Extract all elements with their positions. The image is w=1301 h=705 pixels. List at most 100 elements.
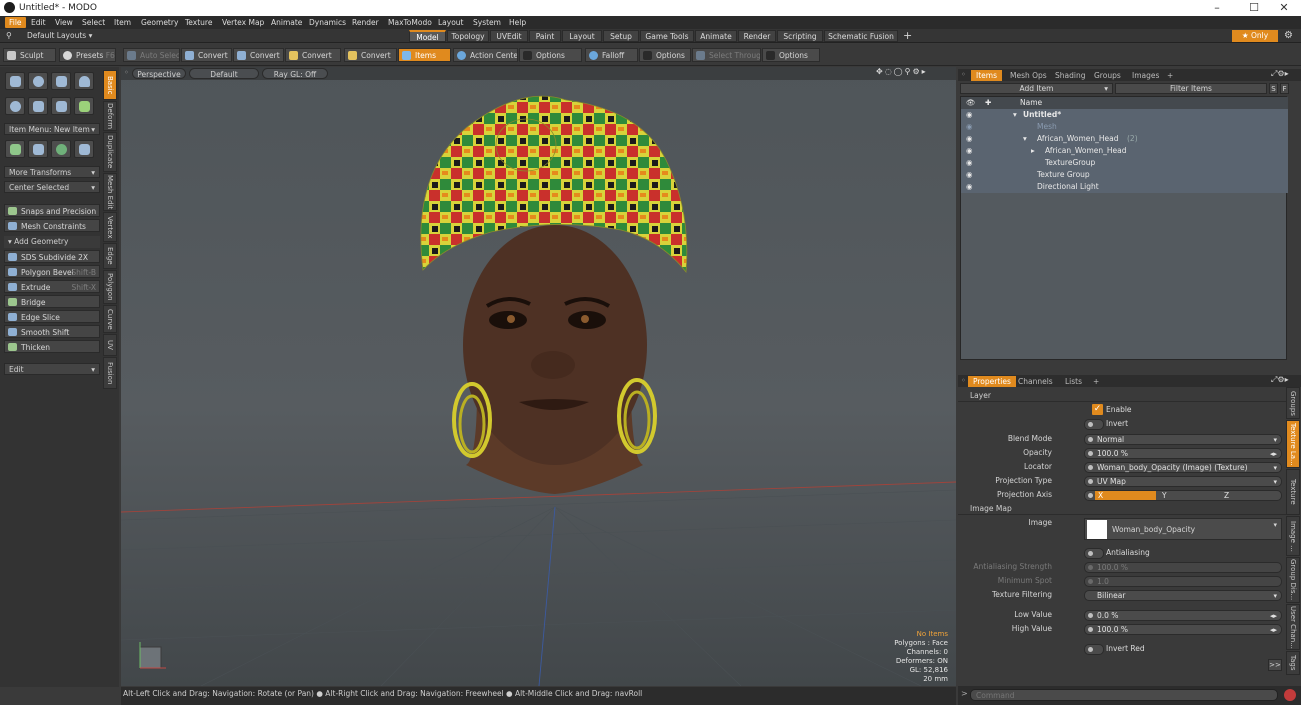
vtab-image[interactable]: Image ... bbox=[1286, 516, 1300, 556]
sculpt-button[interactable]: Sculpt bbox=[3, 48, 56, 62]
item-row[interactable]: ◉ TextureGroup bbox=[961, 157, 1288, 169]
texture-filtering-select[interactable]: Bilinear ▾ bbox=[1084, 590, 1282, 601]
view-perspective-button[interactable]: Perspective bbox=[132, 68, 186, 79]
menu-item[interactable]: Item bbox=[110, 17, 135, 28]
more-button[interactable]: >> bbox=[1268, 659, 1282, 671]
items-mode-button[interactable]: Items bbox=[398, 48, 451, 62]
mesh-constraints-button[interactable]: Mesh Constraints bbox=[4, 219, 100, 232]
move-transform-icon[interactable] bbox=[5, 140, 25, 158]
auto-select-button[interactable]: Auto Select bbox=[123, 48, 180, 62]
menu-texture[interactable]: Texture bbox=[181, 17, 216, 28]
axis-x-option[interactable]: X bbox=[1095, 491, 1156, 500]
vtab-polygon[interactable]: Polygon bbox=[103, 270, 117, 304]
tab-properties[interactable]: Properties bbox=[968, 376, 1016, 387]
filter-f-button[interactable]: F bbox=[1280, 83, 1289, 94]
tab-uvedit[interactable]: UVEdit bbox=[490, 30, 528, 42]
aa-strength-field[interactable]: 100.0 % bbox=[1084, 562, 1282, 573]
item-row[interactable]: ◉ ▾ African_Women_Head (2) bbox=[961, 133, 1288, 145]
more-transforms-dropdown[interactable]: More Transforms ▾ bbox=[4, 166, 100, 178]
close-button[interactable]: ✕ bbox=[1267, 0, 1301, 16]
shading-default-button[interactable]: Default bbox=[189, 68, 259, 79]
vtab-groups[interactable]: Groups bbox=[1286, 387, 1300, 419]
presets-button[interactable]: Presets F6 bbox=[59, 48, 116, 62]
menu-maxtomodo[interactable]: MaxToModo bbox=[384, 17, 436, 28]
panel-menu-icon[interactable]: ◦ bbox=[961, 70, 966, 79]
tab-lists[interactable]: Lists bbox=[1060, 376, 1087, 387]
action-center-button[interactable]: Action Center bbox=[453, 48, 518, 62]
tab-model[interactable]: Model bbox=[409, 30, 446, 42]
extrude-button[interactable]: Extrude Shift-X bbox=[4, 280, 100, 293]
action-center-options-button[interactable]: Options bbox=[519, 48, 582, 62]
snaps-precision-button[interactable]: Snaps and Precision bbox=[4, 204, 100, 217]
vtab-curve[interactable]: Curve bbox=[103, 305, 117, 333]
transform-icon[interactable] bbox=[74, 140, 94, 158]
item-row[interactable]: ◉ ▾ Untitled* bbox=[961, 109, 1288, 121]
cone-primitive-icon[interactable] bbox=[74, 72, 94, 90]
layer-section[interactable]: Layer bbox=[958, 390, 1288, 402]
add-panel-tab-button[interactable]: + bbox=[1088, 376, 1104, 387]
tab-channels[interactable]: Channels bbox=[1013, 376, 1058, 387]
only-toggle[interactable]: ★ Only bbox=[1232, 30, 1278, 42]
vtab-texture-locator[interactable]: Texture Loc... bbox=[1286, 469, 1300, 515]
cube-primitive-icon[interactable] bbox=[5, 72, 25, 90]
invert-red-toggle[interactable] bbox=[1084, 644, 1104, 655]
menu-system[interactable]: System bbox=[469, 17, 505, 28]
vtab-vertex[interactable]: Vertex bbox=[103, 212, 117, 242]
item-row[interactable]: ◉ Directional Light bbox=[961, 181, 1288, 193]
add-geometry-section[interactable]: ▾ Add Geometry bbox=[4, 236, 100, 248]
menu-select[interactable]: Select bbox=[78, 17, 109, 28]
command-input[interactable] bbox=[970, 689, 1278, 701]
viewport-nav-icons[interactable]: ✥◌◯⚲⚙▸ bbox=[876, 67, 928, 76]
tab-schematic-fusion[interactable]: Schematic Fusion bbox=[824, 30, 898, 42]
menu-render[interactable]: Render bbox=[348, 17, 383, 28]
menu-dynamics[interactable]: Dynamics bbox=[305, 17, 350, 28]
high-value-field[interactable]: 100.0 % ◂▸ bbox=[1084, 624, 1282, 635]
low-value-field[interactable]: 0.0 % ◂▸ bbox=[1084, 610, 1282, 621]
rotate-transform-icon[interactable] bbox=[51, 140, 71, 158]
panel-menu-icon[interactable]: ◦ bbox=[961, 376, 966, 385]
tab-render[interactable]: Render bbox=[738, 30, 776, 42]
gear-icon[interactable]: ⚙ bbox=[1284, 29, 1293, 42]
tab-groups[interactable]: Groups bbox=[1089, 70, 1126, 81]
vtab-tags[interactable]: Tags bbox=[1286, 651, 1300, 675]
enable-checkbox[interactable]: ✓ bbox=[1092, 404, 1103, 415]
panel-options-icon[interactable]: ⤢⚙▸ bbox=[1271, 69, 1289, 79]
tab-game-tools[interactable]: Game Tools bbox=[640, 30, 694, 42]
vtab-basic[interactable]: Basic bbox=[103, 70, 117, 100]
item-row[interactable]: ◉ ▸ African_Women_Head bbox=[961, 145, 1288, 157]
menu-edit[interactable]: Edit bbox=[27, 17, 50, 28]
tab-scripting[interactable]: Scripting bbox=[777, 30, 823, 42]
menu-file[interactable]: File bbox=[5, 17, 26, 28]
image-map-section[interactable]: Image Map bbox=[958, 503, 1288, 515]
invert-toggle[interactable] bbox=[1084, 419, 1104, 430]
axis-y-option[interactable]: Y bbox=[1159, 491, 1219, 500]
layout-pin-icon[interactable]: ⚲ bbox=[6, 30, 12, 42]
axis-z-option[interactable]: Z bbox=[1221, 491, 1281, 500]
projection-type-select[interactable]: UV Map ▾ bbox=[1084, 476, 1282, 487]
blend-mode-select[interactable]: Normal ▾ bbox=[1084, 434, 1282, 445]
minimize-button[interactable]: – bbox=[1200, 0, 1234, 16]
sds-subdivide-button[interactable]: SDS Subdivide 2X bbox=[4, 250, 100, 263]
convert-materials-button[interactable]: Convert bbox=[344, 48, 397, 62]
vtab-uv[interactable]: UV bbox=[103, 334, 117, 356]
panel-options-icon[interactable]: ⤢⚙▸ bbox=[1271, 375, 1289, 385]
menu-view[interactable]: View bbox=[51, 17, 77, 28]
vtab-group-display[interactable]: Group Dis... bbox=[1286, 557, 1300, 603]
minimum-spot-field[interactable]: 1.0 bbox=[1084, 576, 1282, 587]
ray-gl-button[interactable]: Ray GL: Off bbox=[262, 68, 328, 79]
bridge-button[interactable]: Bridge bbox=[4, 295, 100, 308]
vtab-deform[interactable]: Deform bbox=[103, 101, 117, 131]
maximize-button[interactable]: ☐ bbox=[1237, 0, 1271, 16]
polygon-bevel-button[interactable]: Polygon Bevel Shift-B bbox=[4, 265, 100, 278]
vtab-texture-layer[interactable]: Texture La... bbox=[1286, 420, 1300, 468]
convert-edges-button[interactable]: Convert bbox=[233, 48, 284, 62]
menu-animate[interactable]: Animate bbox=[267, 17, 306, 28]
tab-images[interactable]: Images bbox=[1127, 70, 1164, 81]
antialiasing-toggle[interactable] bbox=[1084, 548, 1104, 559]
falloff-button[interactable]: Falloff bbox=[585, 48, 638, 62]
vtab-duplicate[interactable]: Duplicate bbox=[103, 132, 117, 172]
tab-layout[interactable]: Layout bbox=[562, 30, 602, 42]
scale-transform-icon[interactable] bbox=[28, 140, 48, 158]
tab-animate[interactable]: Animate bbox=[695, 30, 737, 42]
add-panel-tab-button[interactable]: + bbox=[1162, 70, 1178, 81]
